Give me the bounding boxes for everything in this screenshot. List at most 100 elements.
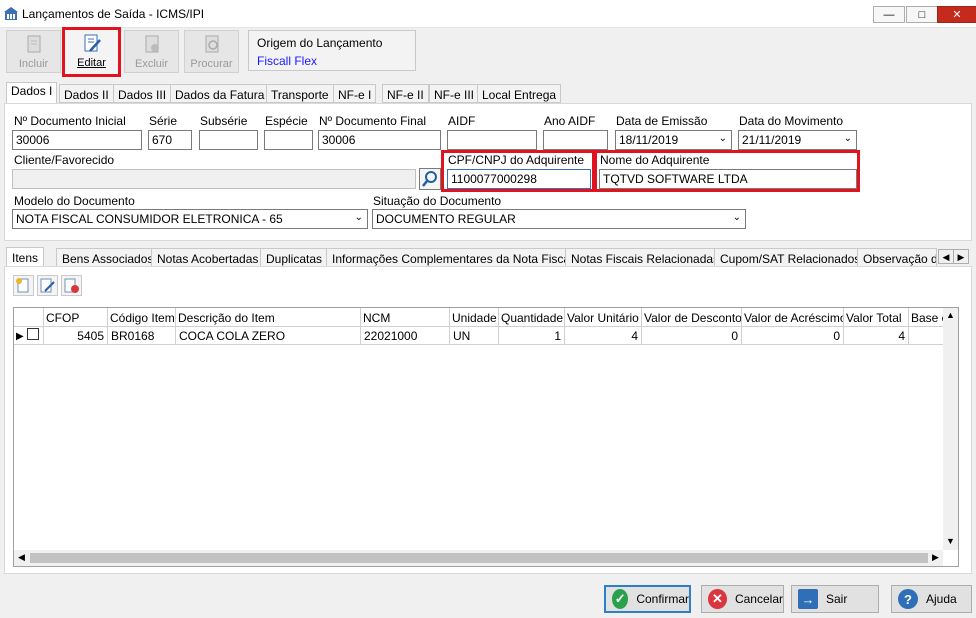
grid-hscrollbar[interactable]: ◀ ▶ [14, 550, 943, 566]
data-movimento-label: Data do Movimento [739, 114, 844, 128]
nome-adquirente-label: Nome do Adquirente [600, 153, 710, 167]
cell-codigo-item[interactable]: BR0168 [108, 327, 176, 345]
cell-valor-total[interactable]: 4 [844, 327, 909, 345]
tab-dados-ii[interactable]: Dados II [59, 84, 114, 103]
data-movimento-picker[interactable]: 21/11/2019 ⌄ [738, 130, 857, 150]
tab-nfe-ii[interactable]: NF-e II [382, 84, 429, 103]
cell-valor-acrescimo[interactable]: 0 [742, 327, 844, 345]
modelo-select[interactable]: NOTA FISCAL CONSUMIDOR ELETRONICA - 65 ⌄ [12, 209, 368, 229]
situacao-select[interactable]: DOCUMENTO REGULAR ⌄ [372, 209, 746, 229]
add-document-icon [27, 35, 40, 53]
cell-cfop[interactable]: 5405 [44, 327, 108, 345]
col-quantidade[interactable]: Quantidade [499, 308, 565, 327]
row-indicator[interactable]: ▶ [14, 327, 44, 345]
tab-nfe-i[interactable]: NF-e I [333, 84, 377, 103]
window-title: Lançamentos de Saída - ICMS/IPI [22, 7, 205, 21]
subtab-duplicatas[interactable]: Duplicatas [260, 248, 329, 267]
tab-dados-i[interactable]: Dados I [6, 82, 58, 103]
edit-row-icon [40, 278, 55, 293]
serie-input[interactable]: 670 [148, 130, 192, 150]
data-emissao-picker[interactable]: 18/11/2019 ⌄ [615, 130, 732, 150]
nome-adquirente-input[interactable]: TQTVD SOFTWARE LTDA [599, 169, 857, 189]
subtab-bens-associados[interactable]: Bens Associados [56, 248, 160, 267]
cell-quantidade[interactable]: 1 [499, 327, 565, 345]
col-codigo-item[interactable]: Código Item [108, 308, 176, 327]
cell-valor-desconto[interactable]: 0 [642, 327, 742, 345]
magnifier-icon [422, 171, 437, 187]
maximize-button[interactable]: □ [906, 6, 938, 23]
cell-descricao[interactable]: COCA COLA ZERO [176, 327, 361, 345]
editar-button[interactable]: Editar [62, 27, 121, 77]
cell-base[interactable] [909, 327, 943, 345]
arrow-right-icon: ▶ [957, 252, 965, 262]
tab-scroll-right-button[interactable]: ▶ [953, 249, 969, 264]
procurar-label: Procurar [190, 58, 233, 70]
subtab-informacoes-complementares[interactable]: Informações Complementares da Nota Fisca… [326, 248, 579, 267]
delete-document-icon [145, 35, 159, 53]
tab-local-entrega[interactable]: Local Entrega [477, 84, 562, 103]
col-ncm[interactable]: NCM [361, 308, 450, 327]
incluir-label: Incluir [18, 58, 49, 70]
edit-item-button[interactable] [37, 275, 58, 296]
excluir-label: Excluir [134, 58, 168, 70]
grid-vscrollbar[interactable]: ▲ ▼ [943, 308, 958, 550]
confirmar-label: Confirmar [636, 592, 689, 606]
subserie-label: Subsérie [200, 114, 248, 128]
col-cfop[interactable]: CFOP [44, 308, 108, 327]
cancelar-button[interactable]: ✕ Cancelar [701, 585, 784, 613]
cliente-search-button[interactable] [419, 168, 441, 190]
cpf-cnpj-input[interactable]: 1100077000298 [447, 169, 591, 189]
data-emissao-value: 18/11/2019 [619, 133, 679, 147]
tab-nfe-iii[interactable]: NF-e III [429, 84, 480, 103]
especie-input[interactable] [264, 130, 313, 150]
hscroll-thumb[interactable] [30, 553, 928, 563]
col-base[interactable]: Base c [909, 308, 943, 327]
situacao-label: Situação do Documento [373, 194, 502, 208]
minimize-button[interactable]: — [873, 6, 905, 23]
exit-door-icon: → [798, 589, 818, 609]
procurar-button[interactable]: Procurar [184, 30, 239, 73]
aidf-input[interactable] [447, 130, 537, 150]
origem-value: Fiscall Flex [257, 54, 318, 68]
subserie-input[interactable] [199, 130, 258, 150]
title-bar: Lançamentos de Saída - ICMS/IPI — □ ✕ [0, 0, 976, 28]
tab-scroll-left-button[interactable]: ◀ [938, 249, 954, 264]
close-button[interactable]: ✕ [937, 6, 976, 23]
cancel-icon: ✕ [708, 589, 727, 609]
add-item-button[interactable] [13, 275, 34, 296]
subtab-observacao[interactable]: Observação d [857, 248, 937, 267]
subtab-notas-fiscais-relacionadas[interactable]: Notas Fiscais Relacionadas [565, 248, 726, 267]
col-descricao[interactable]: Descrição do Item [176, 308, 361, 327]
col-unidade[interactable]: Unidade [450, 308, 499, 327]
doc-inicial-input[interactable]: 30006 [12, 130, 142, 150]
subtab-notas-acobertadas[interactable]: Notas Acobertadas [151, 248, 265, 267]
subtab-cupom-sat[interactable]: Cupom/SAT Relacionados [714, 248, 867, 267]
col-valor-total[interactable]: Valor Total [844, 308, 909, 327]
cancelar-label: Cancelar [734, 592, 783, 606]
ajuda-button[interactable]: ? Ajuda [891, 585, 972, 613]
cliente-input[interactable] [12, 169, 416, 189]
confirmar-button[interactable]: ✓ Confirmar [604, 585, 691, 613]
col-valor-unitario[interactable]: Valor Unitário [565, 308, 642, 327]
doc-final-input[interactable]: 30006 [318, 130, 441, 150]
incluir-button[interactable]: Incluir [6, 30, 61, 73]
maximize-icon: □ [918, 8, 926, 21]
col-valor-desconto[interactable]: Valor de Desconto [642, 308, 742, 327]
subtab-itens[interactable]: Itens [6, 247, 45, 267]
tab-dados-iii[interactable]: Dados III [113, 84, 172, 103]
cell-unidade[interactable]: UN [450, 327, 499, 345]
col-valor-acrescimo[interactable]: Valor de Acréscimo [742, 308, 844, 327]
data-emissao-label: Data de Emissão [616, 114, 708, 128]
add-row-icon [16, 278, 29, 293]
especie-label: Espécie [265, 114, 308, 128]
row-checkbox[interactable] [27, 328, 40, 340]
cell-valor-unitario[interactable]: 4 [565, 327, 642, 345]
delete-item-button[interactable] [61, 275, 82, 296]
sair-button[interactable]: → Sair [791, 585, 879, 613]
cell-ncm[interactable]: 22021000 [361, 327, 450, 345]
excluir-button[interactable]: Excluir [124, 30, 179, 73]
ano-aidf-label: Ano AIDF [544, 114, 596, 128]
ano-aidf-input[interactable] [543, 130, 608, 150]
tab-dados-fatura[interactable]: Dados da Fatura [170, 84, 270, 103]
tab-transporte[interactable]: Transporte [266, 84, 334, 103]
